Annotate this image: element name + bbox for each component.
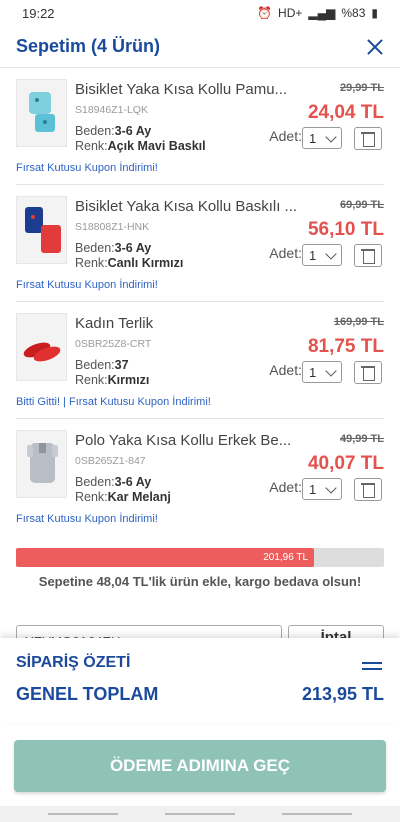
- color-value: Kar Melanj: [107, 490, 171, 504]
- order-summary: SİPARİŞ ÖZETİ GENEL TOPLAM 213,95 TL: [0, 638, 400, 722]
- size-label: Beden:: [75, 358, 115, 372]
- chevron-down-icon: [325, 131, 337, 143]
- nav-back-button[interactable]: [282, 813, 352, 815]
- system-nav-bar: [0, 806, 400, 822]
- status-bar: 19:22 ⏰ HD+ ▂▄▆ %83 ▮: [0, 0, 400, 26]
- nav-recent-button[interactable]: [48, 813, 118, 815]
- qty-select[interactable]: 1: [302, 127, 342, 149]
- trash-icon[interactable]: [354, 127, 382, 150]
- promo-text: Bitti Gitti! | Fırsat Kutusu Kupon İndir…: [16, 396, 211, 408]
- old-price: 169,99 TL: [333, 316, 384, 328]
- cart-item: Polo Yaka Kısa Kollu Erkek Be... 0SB265Z…: [16, 419, 384, 536]
- qty-value: 1: [309, 247, 317, 263]
- size-row: Beden:3-6 Ay: [75, 475, 151, 489]
- qty-value: 1: [309, 481, 317, 497]
- size-row: Beden:3-6 Ay: [75, 124, 151, 138]
- menu-icon[interactable]: [362, 662, 382, 670]
- product-image[interactable]: [16, 430, 67, 498]
- signal-icon: ▂▄▆: [308, 6, 336, 20]
- color-label: Renk:: [75, 490, 108, 504]
- color-row: Renk:Kar Melanj: [75, 490, 171, 504]
- product-sku: S18808Z1-HNK: [75, 221, 150, 233]
- product-image[interactable]: [16, 313, 67, 381]
- promo-text: Fırsat Kutusu Kupon İndirimi!: [16, 162, 158, 174]
- product-sku: 0SB265Z1-847: [75, 455, 146, 467]
- product-name[interactable]: Bisiklet Yaka Kısa Kollu Baskılı ...: [75, 198, 300, 215]
- old-price: 49,99 TL: [339, 433, 384, 445]
- color-label: Renk:: [75, 373, 108, 387]
- size-value: 37: [114, 358, 129, 372]
- product-image[interactable]: [16, 79, 67, 147]
- chevron-down-icon: [325, 248, 337, 260]
- color-value: Açık Mavi Baskıl: [107, 139, 206, 153]
- nav-home-button[interactable]: [165, 813, 235, 815]
- qty-label: Adet:: [269, 128, 302, 144]
- cart-header: Sepetim (4 Ürün): [0, 26, 400, 68]
- shipping-message: Sepetine 48,04 TL'lik ürün ekle, kargo b…: [38, 574, 362, 589]
- product-name[interactable]: Bisiklet Yaka Kısa Kollu Pamu...: [75, 81, 300, 98]
- trash-icon[interactable]: [354, 361, 382, 384]
- status-time: 19:22: [22, 5, 55, 21]
- color-row: Renk:Canlı Kırmızı: [75, 256, 183, 270]
- color-value: Kırmızı: [107, 373, 150, 387]
- alarm-icon: ⏰: [257, 6, 273, 20]
- qty-select[interactable]: 1: [302, 361, 342, 383]
- price: 81,75 TL: [307, 336, 384, 357]
- trash-icon[interactable]: [354, 478, 382, 501]
- size-value: 3-6 Ay: [114, 475, 152, 489]
- promo-text: Fırsat Kutusu Kupon İndirimi!: [16, 279, 158, 291]
- size-row: Beden:3-6 Ay: [75, 241, 151, 255]
- product-image[interactable]: [16, 196, 67, 264]
- size-value: 3-6 Ay: [114, 241, 152, 255]
- price: 56,10 TL: [307, 219, 384, 240]
- color-label: Renk:: [75, 139, 108, 153]
- color-row: Renk:Açık Mavi Baskıl: [75, 139, 206, 153]
- color-label: Renk:: [75, 256, 108, 270]
- shipping-progress-fill: 201,96 TL: [16, 548, 315, 567]
- qty-label: Adet:: [269, 362, 302, 378]
- battery-level: %83: [341, 6, 366, 20]
- status-icons: ⏰ HD+ ▂▄▆ %83 ▮: [257, 6, 378, 20]
- promo-text: Fırsat Kutusu Kupon İndirimi!: [16, 513, 158, 525]
- size-label: Beden:: [75, 241, 115, 255]
- old-price: 69,99 TL: [339, 199, 384, 211]
- product-sku: S18946Z1-LQK: [75, 104, 148, 116]
- size-value: 3-6 Ay: [114, 124, 152, 138]
- cart-item: Bisiklet Yaka Kısa Kollu Baskılı ... S18…: [16, 185, 384, 302]
- page-title: Sepetim (4 Ürün): [16, 36, 161, 56]
- color-row: Renk:Kırmızı: [75, 373, 149, 387]
- close-icon[interactable]: [366, 38, 384, 56]
- size-label: Beden:: [75, 124, 115, 138]
- product-name[interactable]: Polo Yaka Kısa Kollu Erkek Be...: [75, 432, 300, 449]
- chevron-down-icon: [325, 365, 337, 377]
- trash-icon[interactable]: [354, 244, 382, 267]
- cart-item: Bisiklet Yaka Kısa Kollu Pamu... S18946Z…: [16, 68, 384, 185]
- cart-items: Bisiklet Yaka Kısa Kollu Pamu... S18946Z…: [0, 68, 400, 536]
- checkout-button[interactable]: ÖDEME ADIMINA GEÇ: [14, 740, 386, 792]
- old-price: 29,99 TL: [339, 82, 384, 94]
- battery-icon: ▮: [371, 6, 378, 20]
- product-name[interactable]: Kadın Terlik: [75, 315, 300, 332]
- network-label: HD+: [278, 6, 303, 20]
- color-value: Canlı Kırmızı: [107, 256, 184, 270]
- qty-select[interactable]: 1: [302, 244, 342, 266]
- chevron-down-icon: [325, 482, 337, 494]
- qty-value: 1: [309, 130, 317, 146]
- qty-value: 1: [309, 364, 317, 380]
- total-value: 213,95 TL: [301, 684, 384, 704]
- qty-label: Adet:: [269, 479, 302, 495]
- product-sku: 0SBR25Z8-CRT: [75, 338, 152, 350]
- cart-item: Kadın Terlik 0SBR25Z8-CRT Beden:37 Renk:…: [16, 302, 384, 419]
- size-row: Beden:37: [75, 358, 129, 372]
- shipping-progress: 201,96 TL: [16, 548, 384, 567]
- price: 40,07 TL: [307, 453, 384, 474]
- summary-title[interactable]: SİPARİŞ ÖZETİ: [16, 654, 130, 672]
- qty-select[interactable]: 1: [302, 478, 342, 500]
- price: 24,04 TL: [307, 102, 384, 123]
- total-label: GENEL TOPLAM: [16, 684, 159, 704]
- size-label: Beden:: [75, 475, 115, 489]
- qty-label: Adet:: [269, 245, 302, 261]
